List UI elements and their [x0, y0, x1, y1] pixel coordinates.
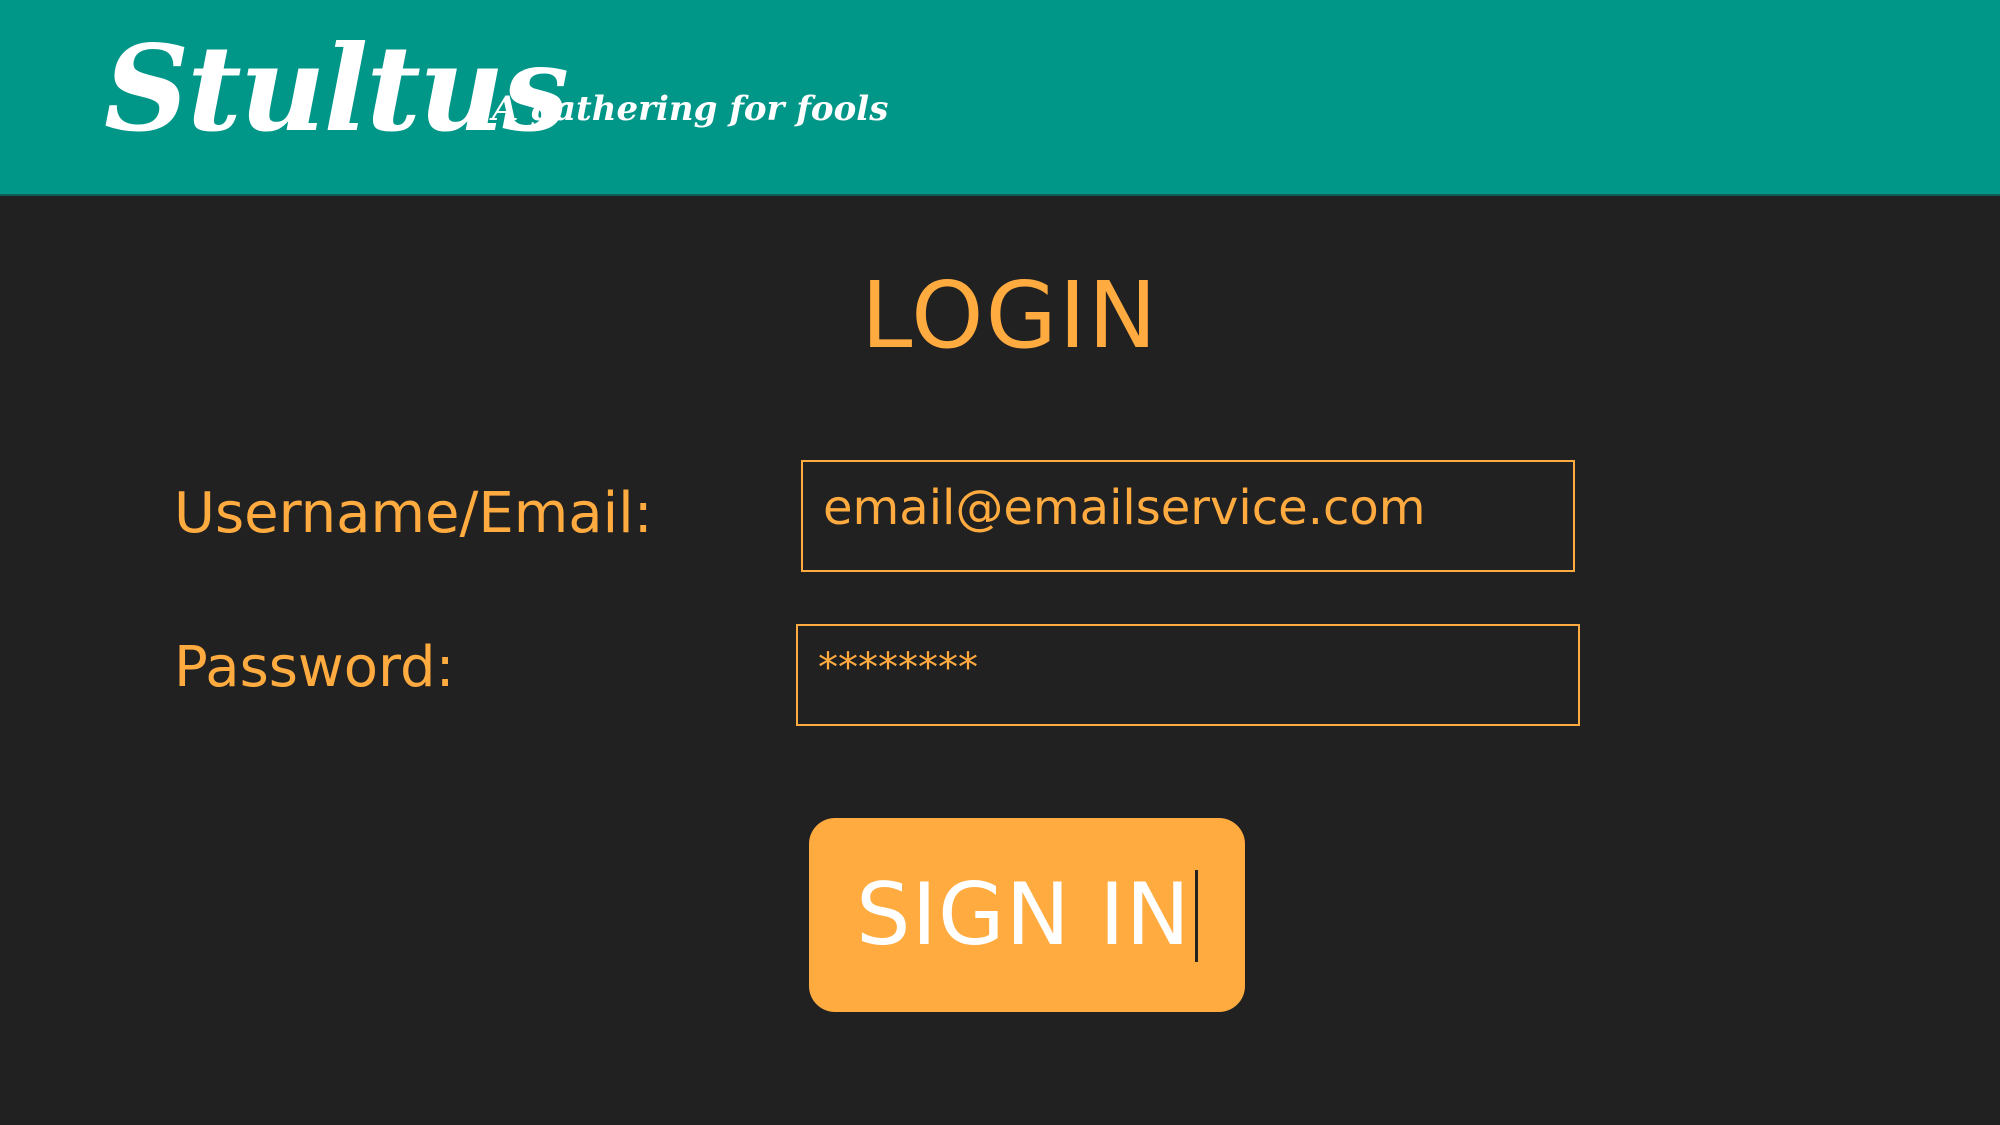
sign-in-button[interactable]: SIGN IN — [809, 818, 1245, 1012]
username-label: Username/Email: — [174, 481, 653, 546]
sign-in-button-label: SIGN IN — [856, 865, 1191, 965]
page-title: LOGIN — [861, 262, 1159, 369]
username-email-field[interactable]: email@emailservice.com — [801, 460, 1575, 572]
site-header: Stultus A gathering for fools — [0, 0, 2000, 196]
login-panel: LOGIN Username/Email: email@emailservice… — [0, 196, 2000, 1125]
site-tagline: A gathering for fools — [492, 89, 889, 129]
password-field[interactable]: ******** — [796, 624, 1580, 726]
password-label: Password: — [174, 635, 455, 700]
text-cursor — [1194, 869, 1198, 962]
